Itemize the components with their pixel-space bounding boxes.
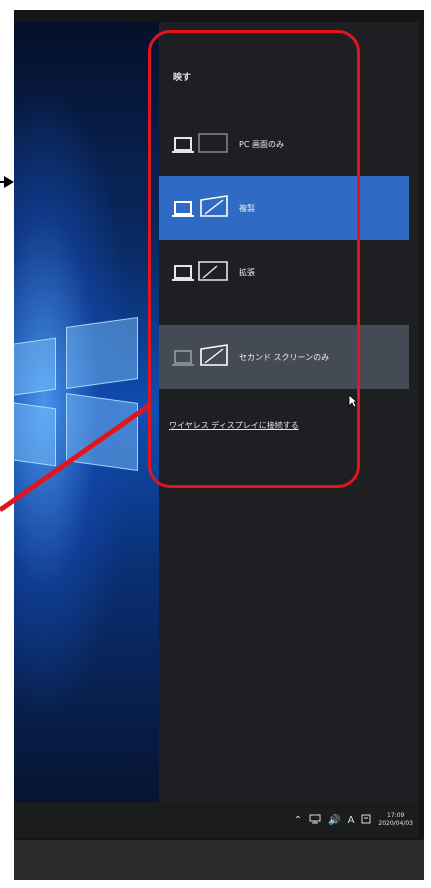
network-icon[interactable] [309,814,321,827]
volume-icon[interactable]: 🔊 [328,815,340,826]
ime-indicator[interactable]: A [348,815,355,826]
windows-logo-pane-bottom-left [14,399,56,467]
system-tray: ⌃ 🔊 A 17:09 2020/04/03 [294,808,413,832]
taskbar: ⌃ 🔊 A 17:09 2020/04/03 [14,802,419,838]
clock[interactable]: 17:09 2020/04/03 [378,812,413,828]
clock-time: 17:09 [387,812,405,819]
monitor-bezel-bottom [14,840,424,880]
windows-logo-pane-top-right [66,316,138,390]
chevron-up-icon[interactable]: ⌃ [294,815,302,826]
windows-logo-pane-top-left [14,337,56,399]
windows-logo-pane-bottom-right [66,392,138,472]
desktop-wallpaper [14,22,159,802]
notification-icon[interactable] [361,814,371,827]
annotation-highlight-frame [148,30,360,488]
clock-date: 2020/04/03 [378,820,413,827]
